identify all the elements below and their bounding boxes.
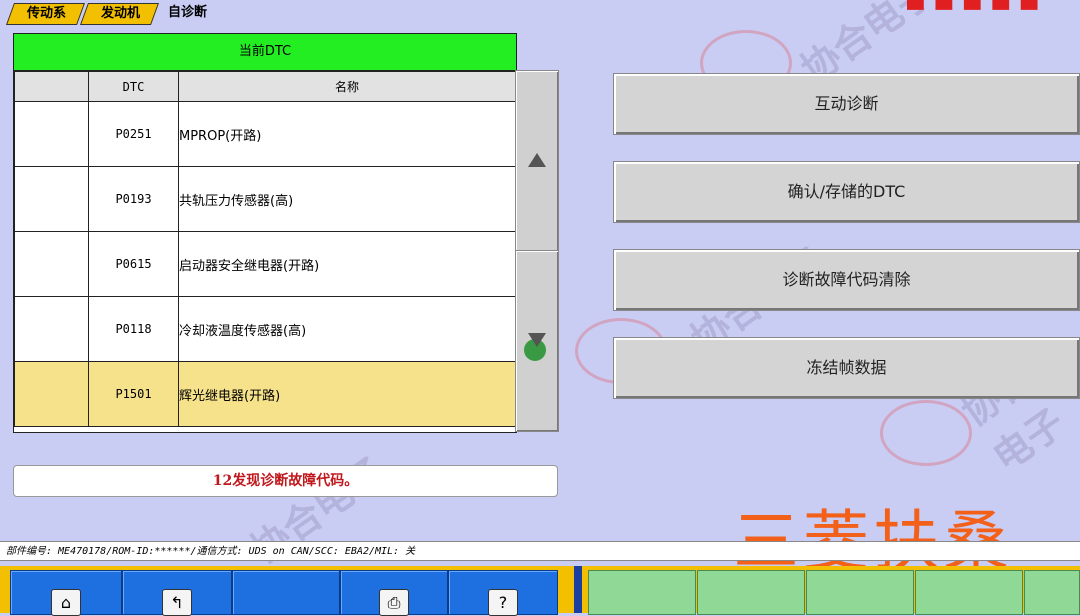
table-row[interactable]: P0615 启动器安全继电器(开路)	[14, 231, 516, 297]
arrow-up-icon	[528, 153, 546, 167]
toolbar-button-empty[interactable]	[232, 570, 340, 615]
dtc-table-title: 当前DTC	[14, 34, 516, 71]
table-row-selected[interactable]: P1501 辉光继电器(开路)	[14, 361, 516, 427]
table-row[interactable]: P0251 MPROP(开路)	[14, 101, 516, 167]
dtc-name: 共轨压力传感器(高)	[178, 166, 516, 232]
scroll-up-button[interactable]	[515, 70, 559, 252]
info-bar: 部件编号: ME470178/ROM-ID:******/通信方式: UDS o…	[0, 541, 1080, 561]
printer-icon: ⎙	[379, 589, 409, 616]
column-header-blank	[14, 71, 89, 102]
arrow-down-icon	[528, 333, 546, 347]
home-button[interactable]: ⌂	[10, 570, 122, 616]
toolbar-green-button[interactable]	[806, 570, 914, 615]
print-button[interactable]: ⎙	[340, 570, 448, 616]
status-message: 12发现诊断故障代码。	[13, 465, 558, 497]
toolbar-green-button[interactable]	[915, 570, 1023, 615]
dtc-table-panel: 当前DTC DTC 名称 P0251 MPROP(开路) P0193 共轨压力传…	[13, 33, 517, 433]
dtc-code: P0193	[88, 166, 179, 232]
toolbar-green-button[interactable]	[588, 570, 696, 615]
dtc-table: DTC 名称 P0251 MPROP(开路) P0193 共轨压力传感器(高) …	[14, 71, 516, 427]
confirmed-stored-dtc-button[interactable]: 确认/存储的DTC	[613, 161, 1080, 223]
freeze-frame-button[interactable]: 冻结帧数据	[613, 337, 1080, 399]
breadcrumb-item-drivetrain[interactable]: 传动系	[5, 3, 86, 25]
dtc-code: P1501	[88, 361, 179, 427]
toolbar-green-button[interactable]	[1024, 570, 1080, 615]
column-header-dtc: DTC	[88, 71, 179, 102]
toolbar-green-button[interactable]	[697, 570, 805, 615]
dtc-code: P0251	[88, 101, 179, 167]
top-clipped-text: ■ ■ ■ ■ ■	[905, 0, 1040, 13]
back-icon: ↰	[162, 589, 192, 616]
table-row[interactable]: P0193 共轨压力传感器(高)	[14, 166, 516, 232]
bottom-toolbar: ⌂ ↰ ⎙ ?	[0, 566, 1080, 616]
dtc-name: 冷却液温度传感器(高)	[178, 296, 516, 362]
dtc-code: P0118	[88, 296, 179, 362]
scroll-down-button[interactable]	[515, 250, 559, 432]
home-icon: ⌂	[51, 589, 81, 616]
help-button[interactable]: ?	[448, 570, 558, 616]
watermark-logo	[880, 400, 972, 466]
dtc-name: 启动器安全继电器(开路)	[178, 231, 516, 297]
interactive-diagnosis-button[interactable]: 互动诊断	[613, 73, 1080, 135]
dtc-name: 辉光继电器(开路)	[178, 361, 516, 427]
column-header-name: 名称	[178, 71, 516, 102]
breadcrumb-item-engine[interactable]: 发动机	[79, 3, 160, 25]
breadcrumb-item-self-diagnosis: 自诊断	[168, 5, 208, 20]
back-button[interactable]: ↰	[122, 570, 232, 616]
clear-dtc-button[interactable]: 诊断故障代码清除	[613, 249, 1080, 311]
dtc-code: P0615	[88, 231, 179, 297]
dtc-name: MPROP(开路)	[178, 101, 516, 167]
toolbar-divider	[574, 566, 582, 613]
help-icon: ?	[488, 589, 518, 616]
table-row[interactable]: P0118 冷却液温度传感器(高)	[14, 296, 516, 362]
